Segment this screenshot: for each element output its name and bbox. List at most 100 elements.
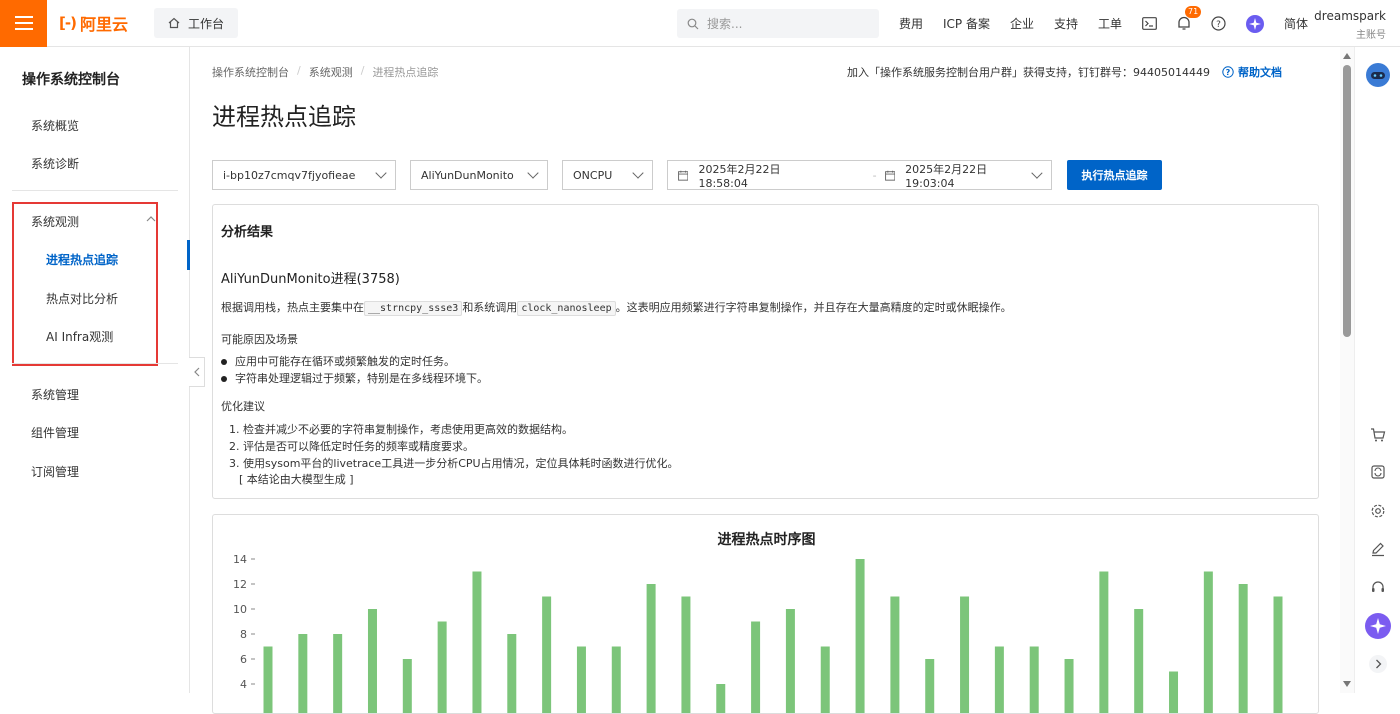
user-menu[interactable]: dreamspark 主账号	[1314, 9, 1386, 41]
func-code: __strncpy_ssse3	[364, 301, 462, 316]
chart-bar[interactable]	[333, 634, 342, 714]
process-value: AliYunDunMonito	[421, 169, 514, 182]
headset-icon[interactable]	[1365, 574, 1391, 600]
chart-bar[interactable]	[786, 609, 795, 714]
bell-icon[interactable]: 71	[1177, 16, 1191, 31]
llm-note: [ 本结论由大模型生成 ]	[239, 471, 354, 487]
y-tick-label: 12	[233, 578, 247, 591]
chart-bar[interactable]	[1134, 609, 1143, 714]
sidebar-item-component-manage[interactable]: 组件管理	[31, 424, 79, 441]
scroll-up-icon[interactable]	[1343, 53, 1351, 59]
chart-bar[interactable]	[264, 647, 273, 714]
search-icon	[687, 18, 699, 30]
sidebar-item-diagnosis[interactable]: 系统诊断	[31, 155, 79, 172]
chevron-down-icon	[527, 167, 538, 178]
breadcrumb: 操作系统控制台 / 系统观测 / 进程热点追踪	[212, 64, 438, 80]
expand-rail-icon[interactable]	[1365, 651, 1391, 677]
chart-bar[interactable]	[960, 597, 969, 714]
chart-bar[interactable]	[1239, 584, 1248, 714]
svg-text:?: ?	[1226, 68, 1231, 77]
sidebar-divider	[12, 190, 178, 191]
ai-spark-icon[interactable]	[1365, 613, 1391, 639]
chart-bar[interactable]	[716, 684, 725, 714]
run-trace-button[interactable]: 执行热点追踪	[1067, 160, 1162, 190]
bullet-icon	[221, 359, 227, 365]
chart-bar[interactable]	[751, 622, 760, 714]
nav-support[interactable]: 支持	[1054, 15, 1078, 32]
chart-bar[interactable]	[1065, 659, 1074, 714]
calendar-icon	[678, 170, 688, 181]
settings-icon[interactable]	[1365, 498, 1391, 524]
chart-bar[interactable]	[925, 659, 934, 714]
type-select[interactable]: ONCPU	[562, 160, 653, 190]
process-select[interactable]: AliYunDunMonito	[410, 160, 548, 190]
search-placeholder: 搜索...	[707, 15, 742, 32]
help-docs-label: 帮助文档	[1238, 64, 1282, 80]
y-tick-label: 10	[233, 603, 247, 616]
breadcrumb-console[interactable]: 操作系统控制台	[212, 64, 289, 80]
advice-item: 2. 评估是否可以降低定时任务的频率或精度要求。	[229, 438, 474, 454]
chart-bar[interactable]	[647, 584, 656, 714]
nav-icp[interactable]: ICP 备案	[943, 15, 990, 32]
chart-bar[interactable]	[995, 647, 1004, 714]
help-icon[interactable]: ?	[1211, 16, 1226, 31]
top-bar: [-) 阿里云 工作台 搜索... 费用 ICP 备案 企业 支持 工单 71 …	[0, 0, 1400, 47]
breadcrumb-observe[interactable]: 系统观测	[309, 64, 353, 80]
user-name: dreamspark	[1314, 9, 1386, 23]
sidebar-item-overview[interactable]: 系统概览	[31, 117, 79, 134]
chart-bar[interactable]	[542, 597, 551, 714]
chart-bar[interactable]	[681, 597, 690, 714]
date-range-picker[interactable]: 2025年2月22日 18:58:04 - 2025年2月22日 19:03:0…	[667, 160, 1052, 190]
chart-bar[interactable]	[403, 659, 412, 714]
sidebar-item-system-manage[interactable]: 系统管理	[31, 386, 79, 403]
chart-bar[interactable]	[438, 622, 447, 714]
chart-bar[interactable]	[856, 559, 865, 714]
assistant-avatar-icon[interactable]	[1365, 62, 1391, 88]
y-tick-label: 4	[240, 678, 247, 691]
chart-bar[interactable]	[1274, 597, 1283, 714]
chart-bar[interactable]	[612, 647, 621, 714]
chart-bar[interactable]	[577, 647, 586, 714]
advice-title: 优化建议	[221, 398, 265, 414]
nav-enterprise[interactable]: 企业	[1010, 15, 1034, 32]
terminal-icon[interactable]	[1142, 17, 1157, 30]
nav-ticket[interactable]: 工单	[1098, 15, 1122, 32]
chart-bar[interactable]	[890, 597, 899, 714]
aliyun-logo[interactable]: [-) 阿里云	[59, 11, 128, 35]
chart-bar[interactable]	[507, 634, 516, 714]
calendar-icon	[885, 170, 895, 181]
chart-bar[interactable]	[298, 634, 307, 714]
instance-value: i-bp10z7cmqv7fjyofieae	[223, 169, 355, 182]
svg-text:?: ?	[1216, 20, 1221, 30]
sidebar-title: 操作系统控制台	[22, 69, 120, 89]
logo-mark-icon: [-)	[59, 14, 76, 32]
analysis-card: 分析结果 AliYunDunMonito进程(3758) 根据调用栈，热点主要集…	[212, 204, 1319, 499]
sync-icon[interactable]	[1365, 459, 1391, 485]
y-tick-label: 6	[240, 653, 247, 666]
scrollbar-thumb[interactable]	[1343, 65, 1351, 337]
edit-icon[interactable]	[1365, 536, 1391, 562]
workbench-button[interactable]: 工作台	[154, 8, 238, 38]
user-role: 主账号	[1314, 26, 1386, 41]
help-docs-link[interactable]: ? 帮助文档	[1222, 64, 1282, 80]
nav-billing[interactable]: 费用	[899, 15, 923, 32]
search-input[interactable]: 搜索...	[677, 9, 879, 38]
causes-title: 可能原因及场景	[221, 331, 298, 347]
sidebar-item-subscription[interactable]: 订阅管理	[31, 463, 79, 480]
scroll-down-icon[interactable]	[1343, 681, 1351, 687]
advice-item: 3. 使用sysom平台的livetrace工具进一步分析CPU占用情况，定位具…	[229, 455, 679, 471]
chart-bar[interactable]	[368, 609, 377, 714]
cart-icon[interactable]	[1365, 422, 1391, 448]
language-switch[interactable]: 简体	[1284, 15, 1308, 32]
scrollbar[interactable]	[1340, 47, 1354, 693]
chart-bar[interactable]	[1030, 647, 1039, 714]
chevron-down-icon	[375, 167, 386, 178]
process-name: AliYunDunMonito进程(3758)	[221, 268, 400, 287]
question-icon: ?	[1222, 66, 1234, 78]
ai-assistant-icon[interactable]	[1246, 15, 1264, 33]
instance-select[interactable]: i-bp10z7cmqv7fjyofieae	[212, 160, 396, 190]
menu-button[interactable]	[0, 0, 47, 47]
workbench-label: 工作台	[188, 15, 224, 32]
chart-bar[interactable]	[821, 647, 830, 714]
range-separator: -	[873, 169, 877, 182]
